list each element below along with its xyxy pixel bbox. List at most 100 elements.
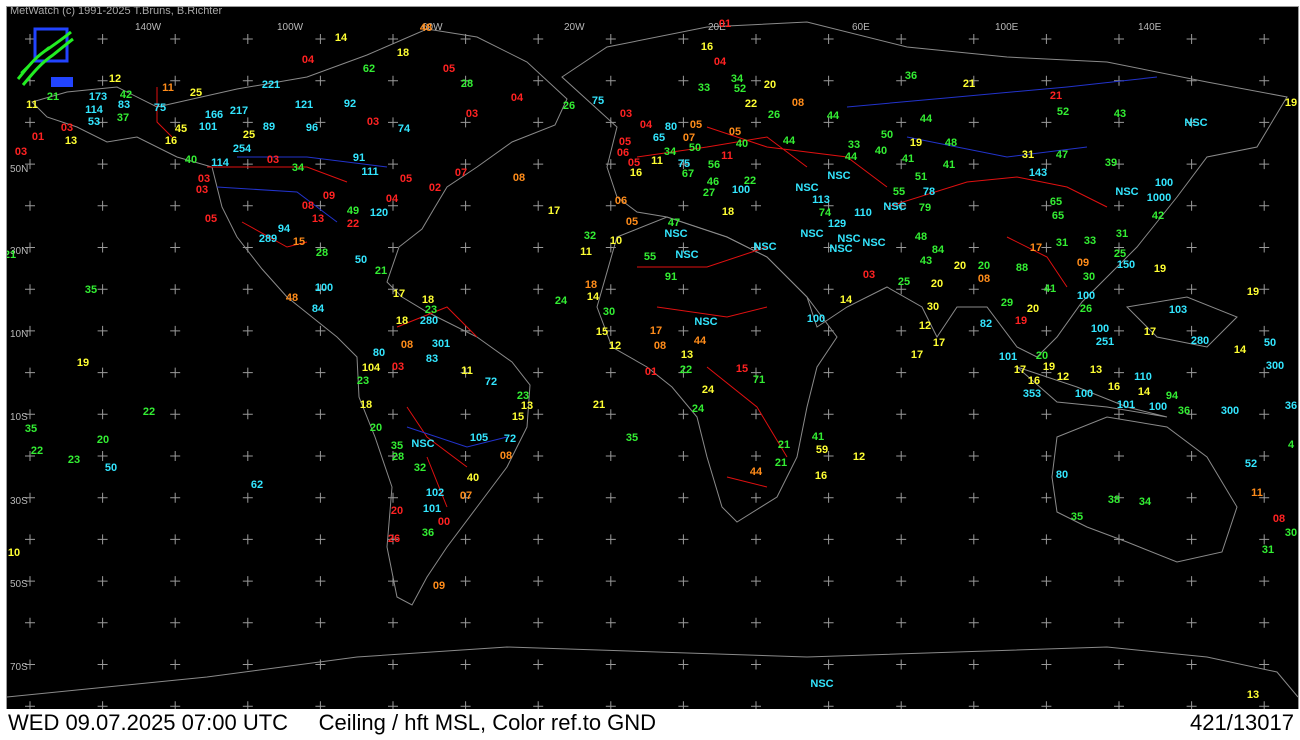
station-value[interactable]: 80 xyxy=(1056,469,1068,481)
station-value[interactable]: 353 xyxy=(1023,388,1041,400)
station-value[interactable]: 71 xyxy=(753,374,765,386)
station-value[interactable]: 10 xyxy=(610,235,622,247)
station-value[interactable]: 33 xyxy=(848,139,860,151)
station-value[interactable]: 114 xyxy=(211,157,229,169)
station-value[interactable]: 18 xyxy=(396,315,408,327)
station-value[interactable]: 103 xyxy=(1169,304,1187,316)
station-value[interactable]: 30 xyxy=(927,301,939,313)
station-value[interactable]: 15 xyxy=(736,363,748,375)
station-value[interactable]: 21 xyxy=(593,399,605,411)
station-value[interactable]: 72 xyxy=(504,433,516,445)
station-value[interactable]: 11 xyxy=(651,155,663,167)
station-value[interactable]: 251 xyxy=(1096,336,1114,348)
station-value[interactable]: 05 xyxy=(619,136,631,148)
station-value[interactable]: 40 xyxy=(467,472,479,484)
station-value[interactable]: NSC xyxy=(1115,186,1138,198)
station-value[interactable]: 111 xyxy=(361,166,378,178)
station-value[interactable]: 78 xyxy=(923,186,935,198)
station-value[interactable]: 26 xyxy=(563,100,575,112)
station-value[interactable]: 30 xyxy=(1285,527,1297,539)
station-value[interactable]: 31 xyxy=(1056,237,1068,249)
station-value[interactable]: 34 xyxy=(664,146,676,158)
station-value[interactable]: 15 xyxy=(293,236,305,248)
station-value[interactable]: 05 xyxy=(443,63,455,75)
station-value[interactable]: 35 xyxy=(1071,511,1083,523)
station-value[interactable]: 100 xyxy=(1077,290,1095,302)
station-value[interactable]: 23 xyxy=(357,375,369,387)
station-value[interactable]: 21 xyxy=(1050,90,1062,102)
station-value[interactable]: 13 xyxy=(1247,689,1259,701)
station-value[interactable]: 04 xyxy=(302,54,314,66)
station-value[interactable]: 100 xyxy=(1149,401,1167,413)
station-value[interactable]: 14 xyxy=(587,291,599,303)
station-value[interactable]: 280 xyxy=(1191,335,1209,347)
station-value[interactable]: 21 xyxy=(778,439,790,451)
station-value[interactable]: NSC xyxy=(883,201,906,213)
station-value[interactable]: 14 xyxy=(335,32,347,44)
station-value[interactable]: 10 xyxy=(8,547,20,559)
station-value[interactable]: 41 xyxy=(902,153,914,165)
station-value[interactable]: 41 xyxy=(812,431,824,443)
station-value[interactable]: 09 xyxy=(1077,257,1089,269)
station-value[interactable]: 12 xyxy=(1057,371,1069,383)
station-value[interactable]: 121 xyxy=(295,99,313,111)
station-value[interactable]: 11 xyxy=(1251,487,1263,499)
station-value[interactable]: 88 xyxy=(1016,262,1028,274)
station-value[interactable]: 19 xyxy=(1154,263,1166,275)
station-value[interactable]: 19 xyxy=(910,137,922,149)
station-value[interactable]: 55 xyxy=(644,251,656,263)
station-value[interactable]: 12 xyxy=(609,340,621,352)
station-value[interactable]: 14 xyxy=(840,294,852,306)
station-value[interactable]: 72 xyxy=(485,376,497,388)
station-value[interactable]: 28 xyxy=(316,247,328,259)
map-viewport[interactable]: MetWatch (c) 1991-2025 T.Bruns, B.Richte… xyxy=(6,6,1299,711)
station-value[interactable]: 07 xyxy=(455,167,467,179)
station-value[interactable]: 17 xyxy=(548,205,560,217)
station-value[interactable]: 01 xyxy=(645,366,657,378)
station-value[interactable]: 03 xyxy=(367,116,379,128)
station-value[interactable]: 22 xyxy=(744,175,756,187)
station-value[interactable]: 08 xyxy=(1273,513,1285,525)
station-value[interactable]: NSC xyxy=(810,678,833,690)
station-value[interactable]: 51 xyxy=(915,171,927,183)
station-value[interactable]: 221 xyxy=(262,79,280,91)
station-value[interactable]: 16 xyxy=(1028,375,1040,387)
station-value[interactable]: NSC xyxy=(675,249,698,261)
station-value[interactable]: 31 xyxy=(1116,228,1128,240)
station-value[interactable]: 150 xyxy=(1117,259,1135,271)
station-value[interactable]: 29 xyxy=(1001,297,1013,309)
station-value[interactable]: 15 xyxy=(596,326,608,338)
station-value[interactable]: 84 xyxy=(312,303,324,315)
station-value[interactable]: 44 xyxy=(750,466,762,478)
station-value[interactable]: 65 xyxy=(1052,210,1064,222)
station-value[interactable]: 91 xyxy=(353,152,365,164)
station-value[interactable]: 08 xyxy=(792,97,804,109)
station-value[interactable]: 03 xyxy=(61,122,73,134)
station-value[interactable]: 05 xyxy=(690,119,702,131)
station-value[interactable]: 100 xyxy=(1075,388,1093,400)
station-value[interactable]: 104 xyxy=(362,362,380,374)
station-value[interactable]: 15 xyxy=(512,411,524,423)
station-value[interactable]: 43 xyxy=(920,255,932,267)
station-value[interactable]: 17 xyxy=(393,288,405,300)
station-value[interactable]: 07 xyxy=(460,490,472,502)
station-value[interactable]: 94 xyxy=(278,223,290,235)
station-value[interactable]: 44 xyxy=(783,135,795,147)
station-value[interactable]: 36 xyxy=(1285,400,1297,412)
station-value[interactable]: 12 xyxy=(109,73,121,85)
station-value[interactable]: 06 xyxy=(617,147,629,159)
station-value[interactable]: 20 xyxy=(931,278,943,290)
station-value[interactable]: 36 xyxy=(422,527,434,539)
station-value[interactable]: 4 xyxy=(1288,439,1294,451)
station-value[interactable]: 33 xyxy=(1084,235,1096,247)
station-value[interactable]: 23 xyxy=(68,454,80,466)
station-value[interactable]: 04 xyxy=(511,92,523,104)
station-value[interactable]: 80 xyxy=(665,121,677,133)
station-value[interactable]: 74 xyxy=(398,123,410,135)
station-value[interactable]: 26 xyxy=(768,109,780,121)
station-value[interactable]: 11 xyxy=(461,365,473,377)
station-value[interactable]: 82 xyxy=(980,318,992,330)
station-value[interactable]: 11 xyxy=(26,99,38,111)
station-value[interactable]: 48 xyxy=(945,137,957,149)
station-value[interactable]: 48 xyxy=(915,231,927,243)
